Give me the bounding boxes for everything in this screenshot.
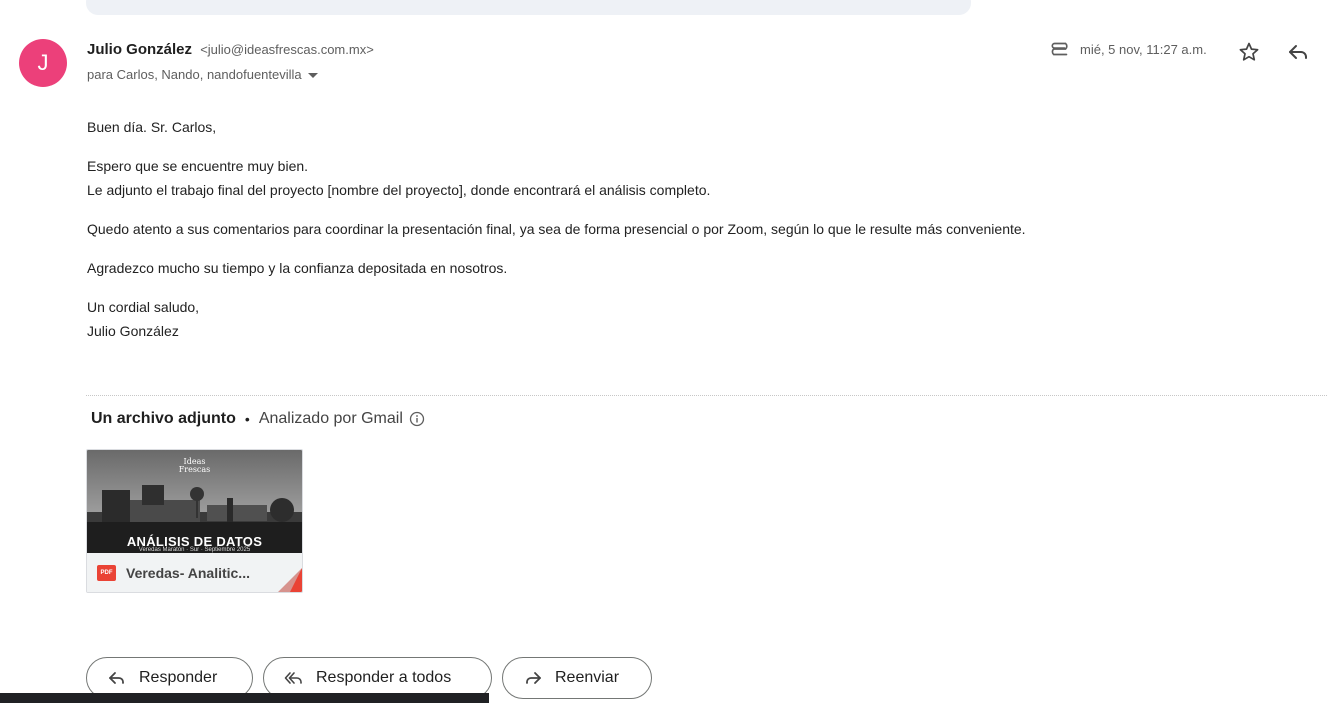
reply-button-label: Responder — [139, 669, 218, 686]
attachment-card[interactable]: Ideas Frescas ANÁLISIS DE DATOS Veredas … — [86, 449, 303, 593]
info-icon[interactable] — [408, 410, 426, 428]
signature: Julio González — [87, 323, 179, 339]
separator-dot: • — [244, 411, 250, 427]
paragraph-1-line-1: Espero que se encuentre muy bien. — [87, 158, 309, 174]
paragraph-3: Agradezco mucho su tiempo y la confianza… — [87, 260, 508, 276]
sender-line: Julio González <julio@ideasfrescas.com.m… — [87, 41, 374, 58]
forward-button[interactable]: Reenviar — [502, 657, 652, 699]
attachments-divider — [86, 395, 1327, 396]
bottom-overlay-bar — [0, 693, 489, 703]
paperclip-icon — [1051, 42, 1068, 56]
sender-email: <julio@ideasfrescas.com.mx> — [200, 42, 374, 57]
paragraph-1: Espero que se encuentre muy bien. Le adj… — [87, 154, 1287, 202]
thumbnail-logo: Ideas Frescas — [87, 458, 302, 474]
forward-icon — [526, 672, 541, 684]
closing-line: Un cordial saludo, — [87, 299, 200, 315]
avatar-initial: J — [37, 50, 49, 75]
message-date[interactable]: mié, 5 nov, 11:27 a.m. — [1080, 42, 1207, 57]
sender-name[interactable]: Julio González — [87, 41, 192, 58]
closing: Un cordial saludo, Julio González — [87, 295, 1287, 343]
attachment-thumbnail[interactable]: Ideas Frescas ANÁLISIS DE DATOS Veredas … — [87, 450, 302, 553]
paragraph-1-line-2: Le adjunto el trabajo final del proyecto… — [87, 182, 711, 198]
recipients-line[interactable]: para Carlos, Nando, nandofuentevilla — [87, 67, 318, 82]
sender-avatar[interactable]: J — [19, 39, 67, 87]
forward-button-label: Reenviar — [555, 669, 620, 686]
reply-icon — [109, 672, 124, 684]
attachment-count: Un archivo adjunto — [91, 410, 236, 427]
attachment-file-name[interactable]: Veredas- Analitic... — [126, 565, 250, 581]
reply-all-icon — [284, 672, 302, 684]
attachments-header: Un archivo adjunto • Analizado por Gmail — [91, 410, 426, 428]
thumbnail-logo-line-2: Frescas — [178, 465, 211, 474]
previous-message-collapsed[interactable] — [86, 0, 971, 15]
dropdown-icon[interactable] — [307, 73, 318, 78]
star-icon[interactable] — [1237, 40, 1261, 64]
reply-all-button-label: Responder a todos — [316, 669, 452, 686]
message-body: Buen día. Sr. Carlos, Espero que se encu… — [87, 115, 1287, 358]
pdf-icon: PDF — [97, 564, 116, 581]
paragraph-2: Quedo atento a sus comentarios para coor… — [87, 221, 1026, 237]
attachment-file-row[interactable]: PDF Veredas- Analitic... — [87, 553, 302, 592]
message-meta: mié, 5 nov, 11:27 a.m. — [1050, 41, 1207, 57]
page-fold-icon — [278, 568, 302, 592]
scanned-label: Analizado por Gmail — [258, 410, 403, 427]
greeting: Buen día. Sr. Carlos, — [87, 119, 217, 135]
recipients-text: para Carlos, Nando, nandofuentevilla — [87, 67, 302, 82]
reply-icon[interactable] — [1286, 40, 1310, 64]
